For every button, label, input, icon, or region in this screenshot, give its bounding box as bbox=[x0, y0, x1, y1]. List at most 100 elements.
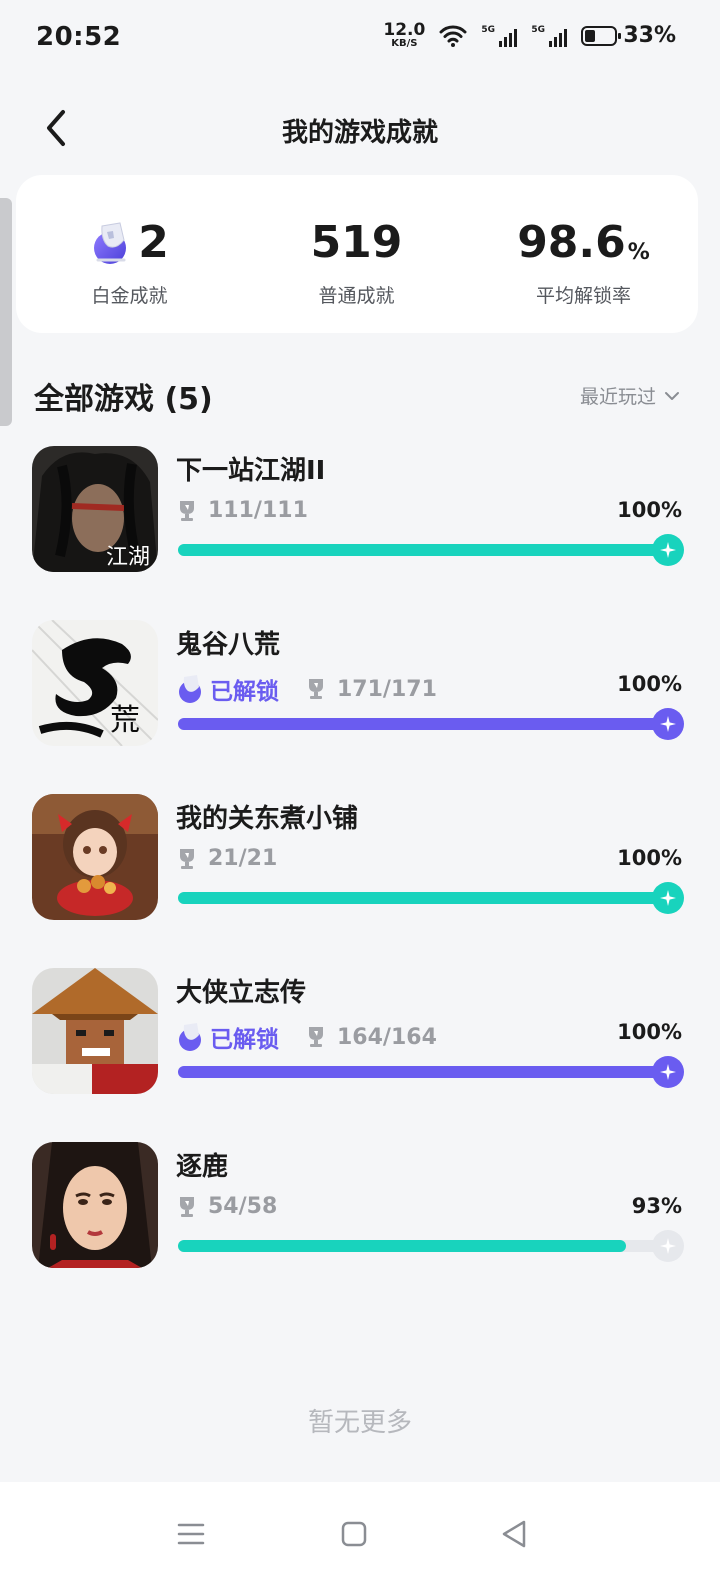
status-time: 20:52 bbox=[36, 22, 122, 52]
game-name: 逐鹿 bbox=[176, 1152, 229, 1182]
page-header: 我的游戏成就 bbox=[0, 90, 720, 166]
progress-percent: 100% bbox=[617, 1020, 682, 1044]
star-sparkle-icon bbox=[652, 534, 684, 566]
game-cover-image bbox=[32, 794, 158, 920]
home-square-icon bbox=[341, 1521, 367, 1547]
trophy-icon bbox=[180, 848, 194, 869]
platinum-trophy-icon bbox=[179, 1023, 201, 1051]
game-meta: 已解锁 164/164 bbox=[176, 1020, 437, 1054]
home-button[interactable] bbox=[326, 1506, 382, 1562]
normal-stat: 519 普通成就 bbox=[243, 215, 470, 308]
sort-dropdown[interactable]: 最近玩过 bbox=[580, 382, 680, 409]
normal-label: 普通成就 bbox=[318, 285, 395, 307]
trophy-icon bbox=[180, 1196, 194, 1217]
normal-count: 519 bbox=[310, 217, 403, 268]
game-item[interactable]: 江湖 下一站江湖II 111/111 100% bbox=[0, 446, 720, 578]
progress-percent: 100% bbox=[617, 498, 682, 522]
game-meta: 111/111 bbox=[176, 498, 308, 523]
signal-strength-1: 5G bbox=[481, 24, 518, 47]
signal-1-tag: 5G bbox=[481, 24, 495, 35]
back-triangle-icon bbox=[502, 1520, 526, 1548]
battery-indicator: 33% bbox=[581, 23, 676, 48]
game-meta: 已解锁 171/171 bbox=[176, 672, 437, 706]
progress-percent: 100% bbox=[617, 672, 682, 696]
platinum-trophy-icon bbox=[179, 675, 201, 703]
platinum-trophy-icon bbox=[94, 222, 127, 264]
battery-percent: 33% bbox=[623, 23, 676, 48]
progress-bar bbox=[178, 1230, 684, 1262]
game-item[interactable]: 大侠立志传 已解锁 164/164 100% bbox=[0, 968, 720, 1100]
progress-bar bbox=[178, 534, 684, 566]
trophy-icon bbox=[309, 1027, 323, 1047]
signal-strength-2: 5G bbox=[531, 25, 568, 47]
progress-fill bbox=[178, 544, 668, 556]
trophy-count-value: 21/21 bbox=[208, 846, 278, 871]
progress-fill bbox=[178, 718, 668, 730]
star-sparkle-icon bbox=[652, 1230, 684, 1262]
unlock-rate-unit: % bbox=[627, 240, 650, 265]
trophy-icon bbox=[309, 679, 323, 699]
unlock-rate-value: 98.6 bbox=[517, 217, 626, 268]
page-title: 我的游戏成就 bbox=[281, 118, 438, 148]
back-nav-button[interactable] bbox=[486, 1506, 542, 1562]
game-cover-image: 荒 bbox=[32, 620, 158, 746]
chevron-down-icon bbox=[665, 391, 679, 400]
trophy-count-value: 54/58 bbox=[208, 1194, 278, 1219]
network-speed: 12.0 KB/S bbox=[383, 22, 425, 49]
game-name: 大侠立志传 bbox=[176, 978, 307, 1008]
progress-percent: 100% bbox=[617, 846, 682, 870]
menu-button[interactable] bbox=[163, 1506, 219, 1562]
sort-label: 最近玩过 bbox=[579, 386, 656, 408]
status-indicators: 12.0 KB/S 5G 5G 33% bbox=[383, 22, 676, 49]
star-sparkle-icon bbox=[652, 1056, 684, 1088]
game-name: 我的关东煮小铺 bbox=[176, 804, 359, 834]
menu-icon bbox=[177, 1523, 205, 1545]
game-meta: 54/58 bbox=[176, 1194, 277, 1219]
no-more-text: 暂无更多 bbox=[307, 1408, 412, 1438]
trophy-icon bbox=[180, 500, 194, 521]
unlock-rate-label: 平均解锁率 bbox=[535, 285, 631, 307]
progress-bar bbox=[178, 1056, 684, 1088]
game-item[interactable]: 荒 鬼谷八荒 已解锁 171/171 100% bbox=[0, 620, 720, 752]
battery-icon bbox=[581, 25, 622, 46]
game-name: 下一站江湖II bbox=[176, 456, 326, 486]
star-sparkle-icon bbox=[652, 708, 684, 740]
progress-bar bbox=[178, 708, 684, 740]
trophy-count-value: 111/111 bbox=[208, 498, 308, 523]
game-item[interactable]: 我的关东煮小铺 21/21 100% bbox=[0, 794, 720, 926]
game-meta: 21/21 bbox=[176, 846, 277, 871]
progress-fill bbox=[178, 1240, 626, 1252]
network-speed-value: 12.0 bbox=[383, 20, 426, 40]
unlocked-label: 已解锁 bbox=[210, 679, 279, 705]
trophy-count: 171/171 bbox=[305, 677, 437, 702]
cover-title-text: 荒 bbox=[110, 703, 140, 738]
platinum-label: 白金成就 bbox=[91, 285, 168, 307]
trophy-count: 54/58 bbox=[176, 1194, 277, 1219]
trophy-count-value: 171/171 bbox=[337, 676, 437, 702]
progress-bar bbox=[178, 882, 684, 914]
trophy-count: 21/21 bbox=[176, 846, 277, 871]
cover-title-text: 江湖 bbox=[106, 545, 150, 570]
section-title: 全部游戏 (5) bbox=[34, 382, 213, 417]
status-bar: 20:52 12.0 KB/S 5G 5G 33% bbox=[0, 0, 720, 80]
trophy-count: 111/111 bbox=[176, 498, 308, 523]
system-nav-bar bbox=[0, 1482, 720, 1584]
unlocked-label: 已解锁 bbox=[210, 1027, 279, 1053]
platinum-count: 2 bbox=[138, 217, 169, 268]
platinum-unlocked-badge: 已解锁 bbox=[176, 1020, 279, 1054]
network-speed-unit: KB/S bbox=[391, 38, 418, 49]
trophy-count: 164/164 bbox=[305, 1025, 437, 1050]
game-cover-image bbox=[32, 1142, 158, 1268]
wifi-icon bbox=[439, 25, 467, 47]
game-item[interactable]: 逐鹿 54/58 93% bbox=[0, 1142, 720, 1274]
progress-fill bbox=[178, 1066, 668, 1078]
game-name: 鬼谷八荒 bbox=[176, 630, 281, 660]
game-cover-image: 江湖 bbox=[32, 446, 158, 572]
platinum-unlocked-badge: 已解锁 bbox=[176, 672, 279, 706]
platinum-stat: 2 白金成就 bbox=[16, 215, 243, 308]
unlock-rate-stat: 98.6 % 平均解锁率 bbox=[470, 215, 697, 308]
star-sparkle-icon bbox=[652, 882, 684, 914]
edge-drag-handle[interactable] bbox=[0, 198, 12, 426]
trophy-count-value: 164/164 bbox=[337, 1024, 437, 1050]
progress-percent: 93% bbox=[631, 1194, 682, 1218]
